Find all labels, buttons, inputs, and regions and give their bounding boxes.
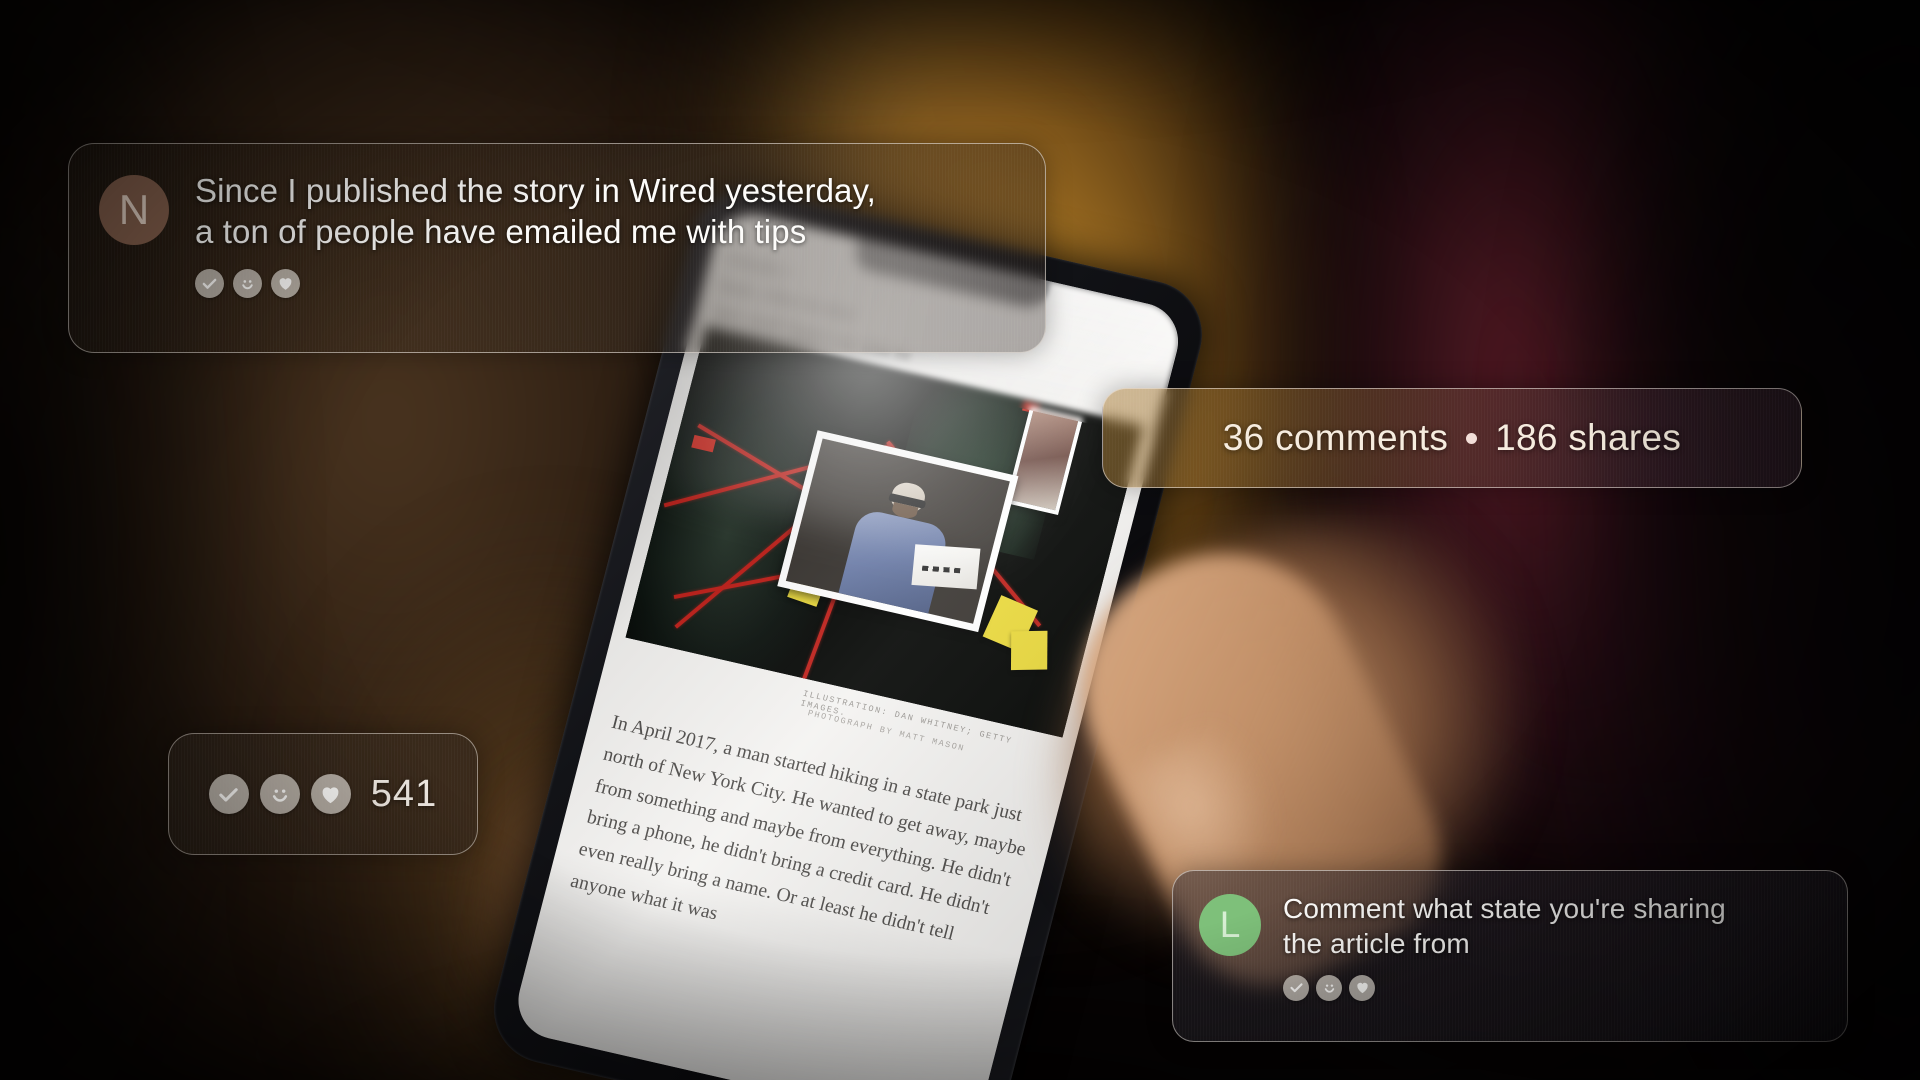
- check-icon[interactable]: [1283, 974, 1309, 1001]
- check-icon[interactable]: [208, 774, 249, 814]
- heart-icon[interactable]: [1349, 974, 1375, 1001]
- reaction-row-top[interactable]: [195, 268, 1015, 298]
- comment-count-label: 36 comments: [1222, 417, 1449, 458]
- comment-bottom-message: Comment what state you're sharing the ar…: [1283, 893, 1726, 960]
- reaction-total-count: 541: [370, 772, 438, 815]
- check-icon[interactable]: [195, 268, 224, 298]
- smiley-icon[interactable]: [259, 774, 300, 814]
- comment-top-message: Since I published the story in Wired yes…: [195, 172, 876, 251]
- screenshot-canvas: friendly • back. After he died one could…: [0, 0, 1920, 1080]
- smiley-icon[interactable]: [233, 268, 262, 298]
- share-count-label: 186 shares: [1495, 417, 1682, 458]
- sticky-note: [1011, 631, 1048, 671]
- avatar-l: L: [1199, 894, 1261, 956]
- comment-card-top[interactable]: N Since I published the story in Wired y…: [68, 143, 1046, 353]
- avatar-n: N: [99, 175, 169, 245]
- smiley-icon[interactable]: [1316, 974, 1342, 1001]
- heart-icon[interactable]: [310, 774, 351, 814]
- reaction-count-pill[interactable]: 541: [168, 733, 478, 855]
- reaction-row-bottom[interactable]: [1283, 974, 1821, 1001]
- engagement-stats-pill[interactable]: 36 comments 186 shares: [1102, 388, 1802, 488]
- heart-icon[interactable]: [271, 268, 300, 298]
- separator-dot-icon: [1466, 432, 1478, 444]
- photo-held-document: [911, 544, 982, 590]
- comment-card-bottom[interactable]: L Comment what state you're sharing the …: [1172, 870, 1848, 1042]
